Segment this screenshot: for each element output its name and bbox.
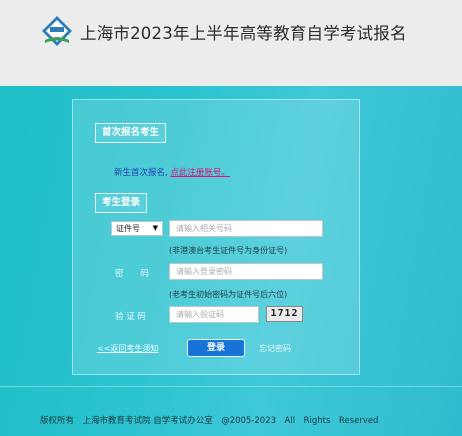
dropdown-caret-icon: ▼: [152, 224, 158, 232]
id-number-input[interactable]: 请输入相关号码: [169, 220, 323, 237]
captcha-label: 验 证 码: [115, 312, 146, 322]
register-line: 新生首次报名, 点此注册账号。: [114, 166, 230, 178]
first-time-note: 新生首次报名,: [114, 168, 168, 178]
shanghai-exam-logo-icon: [42, 16, 72, 46]
id-hint: (非港澳台考生证件号为身份证号): [169, 246, 288, 255]
login-panel: 首次报名考生 新生首次报名, 点此注册账号。 考生登录 证件号 ▼ 请输入相关号…: [72, 99, 360, 375]
id-type-selected: 证件号: [116, 224, 140, 233]
site-title: 上海市2023年上半年高等教育自学考试报名: [80, 24, 407, 43]
header: 上海市2023年上半年高等教育自学考试报名: [0, 0, 462, 86]
password-label: 密 码: [115, 269, 150, 279]
register-link[interactable]: 点此注册账号。: [170, 168, 230, 178]
password-hint: (老考生初始密码为证件号后六位): [169, 290, 288, 299]
footer-divider: [0, 386, 462, 387]
password-input[interactable]: 请输入登录密码: [169, 263, 323, 280]
captcha-image[interactable]: 1712: [266, 306, 303, 322]
forgot-password-link[interactable]: 忘记密码: [259, 343, 291, 354]
login-button[interactable]: 登录: [187, 339, 245, 357]
login-section-title: 考生登录: [95, 193, 148, 213]
back-to-notice-link[interactable]: <<返回考生须知: [97, 343, 158, 354]
first-time-section-title: 首次报名考生: [95, 123, 167, 143]
main-area: 首次报名考生 新生首次报名, 点此注册账号。 考生登录 证件号 ▼ 请输入相关号…: [0, 86, 462, 436]
captcha-input[interactable]: 请输入验证码: [169, 306, 259, 323]
id-type-select[interactable]: 证件号 ▼: [111, 221, 163, 236]
footer-copyright: 版权所有 上海市教育考试院 自学考试办公室 @2005-2023 All Rig…: [40, 416, 379, 426]
